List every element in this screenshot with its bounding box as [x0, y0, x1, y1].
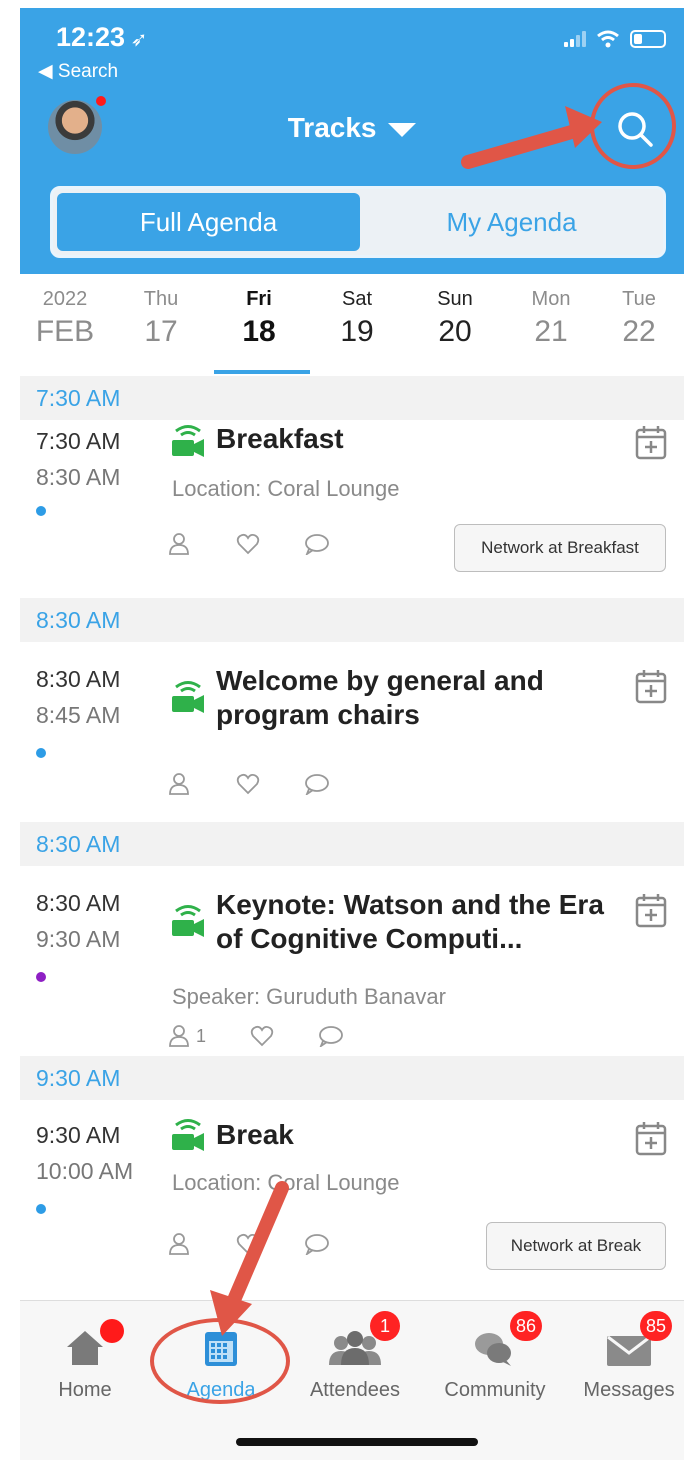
heart-icon[interactable]	[250, 1025, 274, 1047]
notification-dot	[94, 94, 108, 108]
track-dot	[36, 506, 46, 516]
section-header: 8:30 AM	[20, 598, 684, 642]
envelope-icon	[607, 1335, 651, 1366]
session-actions	[168, 532, 330, 556]
track-dot	[36, 748, 46, 758]
section-header: 9:30 AM	[20, 1056, 684, 1100]
agenda-segmented-control: Full Agenda My Agenda	[50, 186, 666, 258]
session-actions	[168, 772, 330, 796]
attendee-count: 1	[196, 1025, 207, 1046]
date-strip: 2022 FEB Thu 17 Fri 18 Sat 19 Sun 20 Mon…	[20, 274, 684, 376]
network-button[interactable]: Network at Break	[486, 1222, 666, 1270]
session-actions	[168, 1232, 330, 1256]
heart-icon[interactable]	[236, 533, 260, 555]
section-header: 8:30 AM	[20, 822, 684, 866]
agenda-item[interactable]: 9:30 AM 10:00 AM Break Location: Coral L…	[20, 1100, 684, 1300]
community-badge: 86	[510, 1311, 543, 1341]
tab-messages[interactable]: Messages 85	[564, 1311, 684, 1402]
comment-icon[interactable]	[318, 1025, 344, 1047]
annotation-circle	[150, 1318, 290, 1404]
messages-badge: 85	[640, 1311, 673, 1341]
comment-icon[interactable]	[304, 1233, 330, 1255]
comment-icon[interactable]	[304, 533, 330, 555]
agenda-item[interactable]: 8:30 AM 8:45 AM Welcome by general and p…	[20, 642, 684, 820]
signal-icon	[564, 31, 586, 47]
date-year-month: 2022 FEB	[35, 288, 95, 348]
app-header: 12:23 ➶ ◀ Search Tracks Full Agenda My A…	[20, 8, 684, 274]
live-stream-icon	[172, 1119, 204, 1151]
tracks-dropdown[interactable]: Tracks	[20, 112, 684, 144]
heart-icon[interactable]	[236, 1233, 260, 1255]
attendee-icon[interactable]	[168, 1232, 192, 1256]
session-speaker: Speaker: Guruduth Banavar	[172, 984, 446, 1009]
caret-down-icon	[388, 122, 417, 137]
end-time: 10:00 AM	[36, 1158, 134, 1184]
battery-icon	[630, 30, 666, 48]
session-title[interactable]: Welcome by general and program chairs	[216, 664, 626, 732]
start-time: 9:30 AM	[36, 1122, 121, 1148]
date-thu[interactable]: Thu 17	[116, 288, 206, 349]
tab-my-agenda[interactable]: My Agenda	[360, 189, 663, 255]
start-time: 8:30 AM	[36, 666, 121, 692]
network-button[interactable]: Network at Breakfast	[454, 524, 666, 572]
status-icons	[564, 30, 666, 48]
attendee-icon[interactable]	[168, 532, 192, 556]
bottom-tab-bar: Home Agenda Attendees 1 Community 86 Mes…	[20, 1300, 684, 1460]
add-to-calendar-icon[interactable]	[634, 668, 668, 704]
back-to-search-link[interactable]: ◀ Search	[38, 60, 118, 83]
tab-attendees[interactable]: Attendees 1	[290, 1311, 420, 1402]
home-indicator	[236, 1438, 478, 1446]
section-header: 7:30 AM	[20, 376, 684, 420]
live-stream-icon	[172, 681, 204, 713]
status-time: 12:23 ➶	[56, 22, 148, 52]
date-fri[interactable]: Fri 18	[214, 288, 304, 349]
track-dot	[36, 1204, 46, 1214]
add-to-calendar-icon[interactable]	[634, 424, 668, 460]
end-time: 8:45 AM	[36, 702, 121, 728]
track-dot	[36, 972, 46, 982]
attendees-badge: 1	[370, 1311, 400, 1341]
heart-icon[interactable]	[236, 773, 260, 795]
date-tue[interactable]: Tue 22	[594, 288, 684, 349]
home-notification-dot	[100, 1319, 124, 1343]
annotation-circle	[590, 83, 676, 169]
add-to-calendar-icon[interactable]	[634, 892, 668, 928]
phone-frame: 12:23 ➶ ◀ Search Tracks Full Agenda My A…	[0, 0, 684, 1460]
date-mon[interactable]: Mon 21	[506, 288, 596, 349]
add-to-calendar-icon[interactable]	[634, 1120, 668, 1156]
session-location: Location: Coral Lounge	[172, 476, 400, 501]
start-time: 8:30 AM	[36, 890, 121, 916]
home-icon	[67, 1331, 103, 1365]
tab-community[interactable]: Community 86	[430, 1311, 560, 1402]
session-title[interactable]: Keynote: Watson and the Era of Cognitive…	[216, 888, 626, 956]
end-time: 9:30 AM	[36, 926, 121, 952]
attendee-icon[interactable]: 1	[168, 1024, 206, 1048]
date-sat[interactable]: Sat 19	[312, 288, 402, 349]
session-actions: 1	[168, 1024, 344, 1048]
agenda-item[interactable]: 7:30 AM 8:30 AM Breakfast Location: Cora…	[20, 420, 684, 596]
tab-full-agenda[interactable]: Full Agenda	[57, 193, 360, 251]
attendee-icon[interactable]	[168, 772, 192, 796]
start-time: 7:30 AM	[36, 428, 121, 454]
agenda-item[interactable]: 8:30 AM 9:30 AM Keynote: Watson and the …	[20, 866, 684, 1056]
date-sun[interactable]: Sun 20	[410, 288, 500, 349]
live-stream-icon	[172, 425, 204, 457]
live-stream-icon	[172, 905, 204, 937]
end-time: 8:30 AM	[36, 464, 121, 490]
session-location: Location: Coral Lounge	[172, 1170, 400, 1195]
session-title[interactable]: Breakfast	[216, 422, 626, 456]
tab-home[interactable]: Home	[20, 1319, 150, 1402]
comment-icon[interactable]	[304, 773, 330, 795]
app-screen: 12:23 ➶ ◀ Search Tracks Full Agenda My A…	[20, 0, 684, 1460]
session-title[interactable]: Break	[216, 1118, 626, 1152]
selected-day-indicator	[214, 370, 310, 374]
wifi-icon	[597, 30, 619, 48]
location-arrow-icon: ➶	[125, 29, 148, 51]
